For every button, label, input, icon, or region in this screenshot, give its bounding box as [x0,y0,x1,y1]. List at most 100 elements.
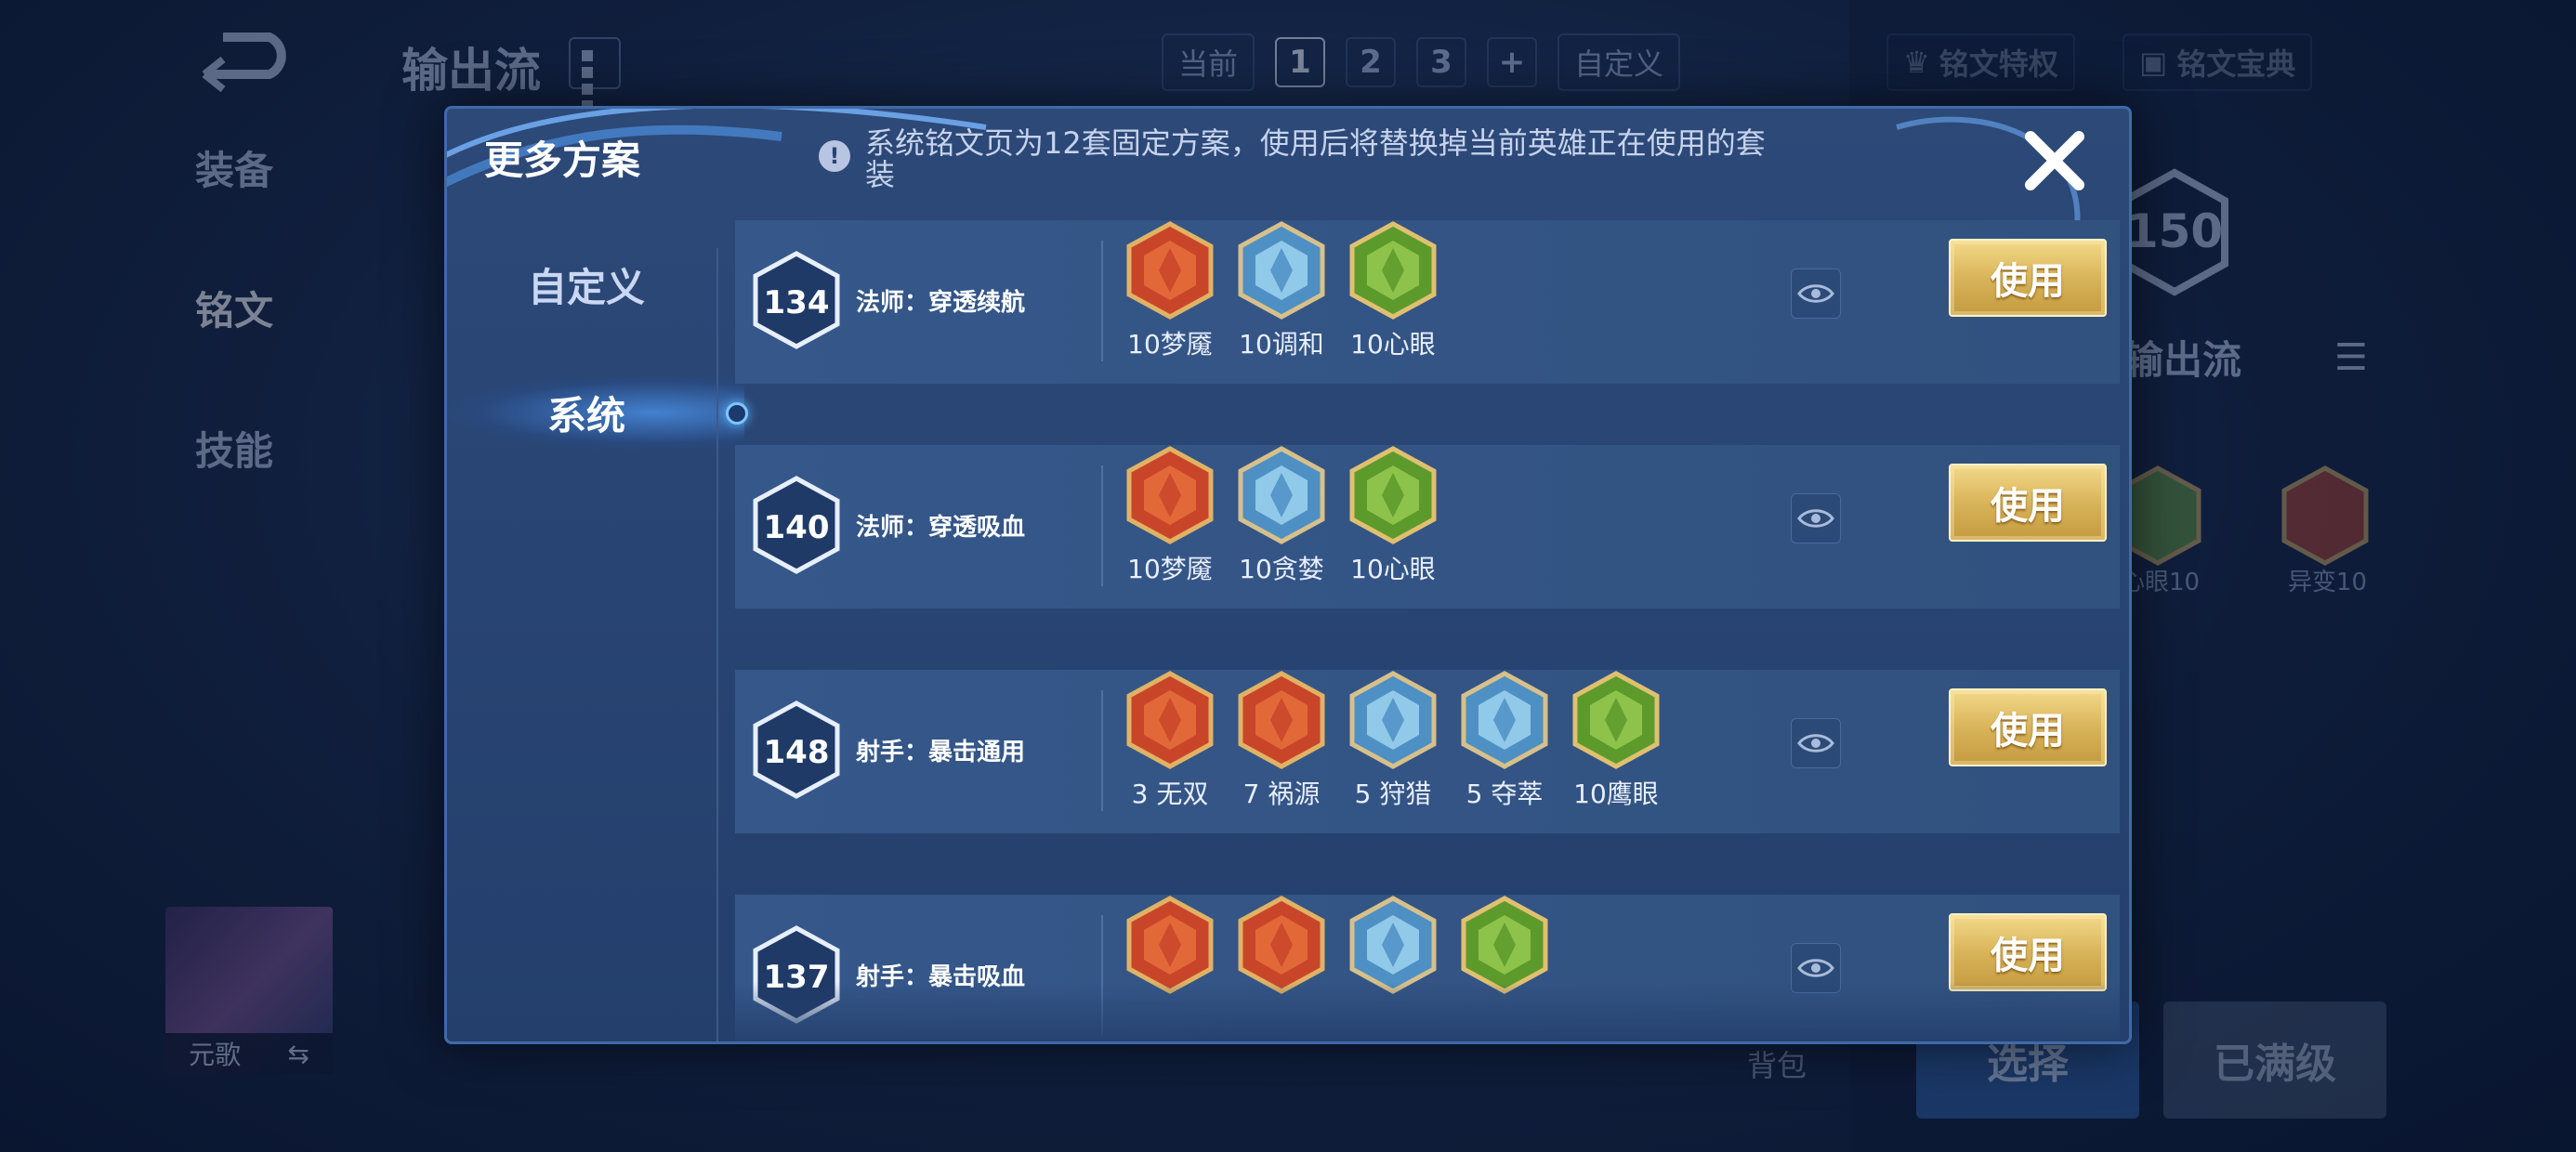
page-button-3[interactable]: 3 [1416,37,1467,87]
divider [1101,241,1103,361]
hero-switch[interactable]: 元歌 ⇆ [165,1033,333,1074]
more-plans-dialog: 更多方案 ! 系统铭文页为12套固定方案，使用后将替换掉当前英雄正在使用的套装 … [444,106,2132,1044]
rune-calamity-icon [1238,896,1325,994]
plan-name-label: 输出流 [2124,337,2242,383]
page-selector: 当前 1 2 3 + 自定义 [1162,33,1681,91]
plan-name: 射手：暴击通用 [856,739,1026,766]
rune-item[interactable]: 10贪婪 [1237,445,1326,609]
plan-row: 140 法师：穿透吸血 10梦魇 10贪婪 10心眼 使用 [735,445,2120,609]
rune-peerless-icon [1126,896,1214,994]
preview-button[interactable] [1791,493,1841,543]
tab-label: 自定义 [527,264,645,310]
rune-hawk-eye-icon [1572,671,1660,769]
rune-label: 10梦魇 [1127,554,1213,584]
maxed-button[interactable]: 已满级 [2163,1001,2386,1119]
info-icon: ! [819,140,850,172]
rune-item[interactable]: 10梦魇 [1125,445,1215,609]
rune-item[interactable]: 5 狩猎 [1348,670,1438,833]
rune-mind-eye-icon [1349,446,1437,544]
eye-icon [1797,959,1834,977]
rune-hunt-icon [1349,671,1437,769]
rune-greed-icon [1238,446,1325,544]
side-nav-skills[interactable]: 技能 [195,420,273,477]
rune-hawk-eye-icon [1461,896,1548,994]
level-hexagon-icon: 134 [753,251,840,349]
plan-name: 法师：穿透续航 [856,289,1026,317]
rune-item[interactable]: 5 夺萃 [1460,670,1549,833]
rune-label: 10鹰眼 [1573,779,1659,809]
preview-button[interactable] [1791,718,1841,768]
plan-tabs: 自定义 系统 [447,220,748,477]
hero-name: 元歌 [189,1040,242,1070]
rune-red-icon [2281,465,2369,566]
back-arrow-icon[interactable] [186,28,297,93]
preview-button[interactable] [1791,268,1841,319]
backpack-label[interactable]: 背包 [1747,1042,1807,1085]
rune-label: 3 无双 [1131,779,1209,809]
switch-icon: ⇆ [287,1038,309,1069]
rune-list: 10梦魇 10贪婪 10心眼 [1125,445,1438,609]
rune-dream-icon [1126,221,1214,320]
plan-level: 134 [764,284,830,321]
rune-label: 10调和 [1239,329,1324,360]
rune-item[interactable]: 10心眼 [1348,445,1438,609]
use-button[interactable]: 使用 [1949,913,2107,991]
rune-list: 10梦魇 10调和 10心眼 [1125,220,1438,384]
rune-label: 10心眼 [1350,554,1436,584]
rune-label: 5 夺萃 [1465,779,1544,809]
side-nav-equipment[interactable]: 装备 [195,139,273,196]
divider [1101,690,1103,811]
rune-plunder-icon [1349,896,1437,994]
rune-item[interactable]: 3 无双 [1125,670,1215,833]
rune-mind-eye-icon [1349,221,1437,320]
add-page-button[interactable]: + [1487,37,1538,87]
rune-item[interactable]: 10梦魇 [1125,220,1215,384]
use-button[interactable]: 使用 [1949,239,2107,317]
rune-item[interactable]: 7 祸源 [1237,670,1326,833]
hero-level-value: 150 [2126,204,2223,258]
rune-label: 10梦魇 [1127,329,1213,360]
rune-label: 异变10 [2288,569,2368,596]
rune-peerless-icon [1126,671,1214,769]
custom-page-button[interactable]: 自定义 [1557,33,1681,91]
page-button-1[interactable]: 1 [1275,37,1326,87]
plan-level: 148 [764,734,830,771]
page-title: 输出流 [401,44,541,98]
use-button[interactable]: 使用 [1949,464,2107,542]
menu-icon[interactable]: ☰ [2334,336,2368,379]
plan-level: 140 [764,509,830,546]
use-button[interactable]: 使用 [1949,688,2107,766]
notice-text: 系统铭文页为12套固定方案，使用后将替换掉当前英雄正在使用的套装 [865,125,1766,192]
rune-label: 5 狩猎 [1354,779,1432,809]
rune-item[interactable]: 10调和 [1237,220,1326,384]
notice: ! 系统铭文页为12套固定方案，使用后将替换掉当前英雄正在使用的套装 [819,127,1767,190]
current-page-label[interactable]: 当前 [1162,33,1255,91]
scroll-fade [735,982,2120,1041]
rune-label: 心眼10 [2121,569,2201,596]
eye-icon [1797,284,1834,303]
rune-list: 3 无双 7 祸源 5 狩猎 5 夺萃 10鹰眼 [1125,670,1661,833]
tab-system[interactable]: 系统 [447,348,748,477]
rune-label: 10心眼 [1350,329,1436,360]
tab-custom[interactable]: 自定义 [447,220,726,348]
side-nav: 装备 铭文 技能 [195,139,273,560]
eye-icon [1797,734,1834,753]
divider [1101,465,1103,586]
eye-icon [1797,509,1834,528]
rune-item[interactable]: 10心眼 [1348,220,1438,384]
rune-label: 7 祸源 [1242,779,1321,809]
rune-calamity-icon [1238,671,1325,769]
rune-item[interactable]: 10鹰眼 [1571,670,1661,833]
plan-row: 148 射手：暴击通用 3 无双 7 祸源 5 狩猎 5 夺萃 10鹰眼 使用 [735,670,2120,833]
plan-row: 134 法师：穿透续航 10梦魇 10调和 10心眼 使用 [735,220,2120,384]
level-hexagon-icon: 150 [2121,168,2228,296]
close-icon[interactable] [2017,124,2092,198]
rune-label: 10贪婪 [1239,554,1324,584]
grid-view-icon[interactable] [569,37,621,111]
page-button-2[interactable]: 2 [1346,37,1397,87]
side-nav-runes[interactable]: 铭文 [195,280,273,336]
plan-list[interactable]: 134 法师：穿透续航 10梦魇 10调和 10心眼 使用 140 法师：穿透吸血 … [735,220,2120,1041]
dialog-title: 更多方案 [484,137,641,183]
tab-label: 系统 [546,392,625,439]
level-hexagon-icon: 140 [753,476,840,574]
